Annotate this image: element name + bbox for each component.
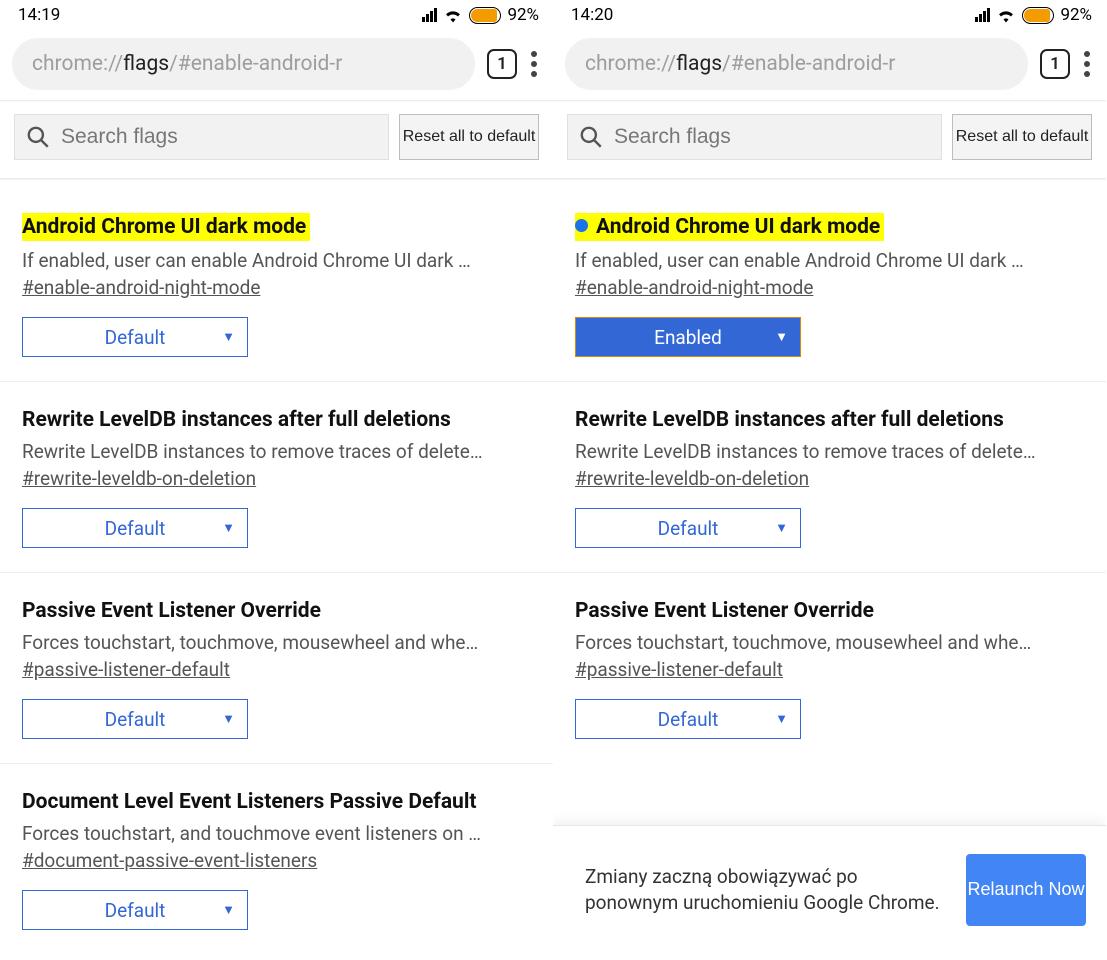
chevron-down-icon: ▼: [222, 902, 235, 918]
flag-dropdown-value: Default: [658, 708, 719, 731]
flag-description: If enabled, user can enable Android Chro…: [575, 249, 1084, 272]
search-input[interactable]: [614, 125, 931, 149]
screenshot-right: 14:20 92% chrome://flags/#enable-android…: [553, 0, 1106, 960]
flag-dropdown[interactable]: Default ▼: [22, 317, 248, 357]
chevron-down-icon: ▼: [222, 711, 235, 727]
search-input[interactable]: [61, 125, 378, 149]
flag-entry: Passive Event Listener Override Forces to…: [0, 572, 553, 739]
flag-dropdown-value: Default: [105, 326, 166, 349]
chevron-down-icon: ▼: [775, 711, 788, 727]
flag-entry: Rewrite LevelDB instances after full del…: [0, 381, 553, 548]
flags-list: Android Chrome UI dark mode If enabled, u…: [0, 179, 553, 954]
reset-all-button[interactable]: Reset all to default: [952, 114, 1092, 160]
menu-icon[interactable]: [529, 51, 543, 77]
flag-dropdown[interactable]: Default ▼: [22, 508, 248, 548]
flags-header: Reset all to default: [553, 102, 1106, 179]
flag-hash-link[interactable]: #enable-android-night-mode: [22, 276, 531, 299]
search-icon: [25, 124, 51, 150]
battery-percent: 92%: [507, 5, 539, 25]
chevron-down-icon: ▼: [222, 520, 235, 536]
signal-icon: [422, 8, 438, 22]
flag-entry: Passive Event Listener Override Forces to…: [553, 572, 1106, 739]
chevron-down-icon: ▼: [222, 329, 235, 345]
flag-description: Forces touchstart, touchmove, mousewheel…: [575, 631, 1084, 654]
menu-icon[interactable]: [1082, 51, 1096, 77]
flag-hash-link[interactable]: #rewrite-leveldb-on-deletion: [575, 467, 1084, 490]
relaunch-message: Zmiany zaczną obowiązywać po ponownym ur…: [585, 864, 948, 915]
flag-dropdown-value: Default: [105, 899, 166, 922]
flag-hash-link[interactable]: #enable-android-night-mode: [575, 276, 1084, 299]
search-icon: [578, 124, 604, 150]
status-icons: 92%: [975, 5, 1092, 25]
search-flags[interactable]: [14, 114, 389, 160]
chevron-down-icon: ▼: [775, 329, 788, 345]
tab-switcher[interactable]: 1: [487, 49, 517, 79]
flag-hash-link[interactable]: #passive-listener-default: [575, 658, 1084, 681]
flag-dropdown-value: Default: [658, 517, 719, 540]
wifi-icon: [996, 7, 1016, 23]
statusbar: 14:19 92%: [0, 0, 553, 30]
relaunch-bar: Zmiany zaczną obowiązywać po ponownym ur…: [553, 825, 1106, 960]
url-post: /#enable-android-r: [169, 52, 342, 76]
flag-dropdown-value: Enabled: [654, 326, 722, 349]
url-bar[interactable]: chrome://flags/#enable-android-r: [12, 38, 475, 90]
url-pre: chrome://: [585, 52, 676, 76]
url-post: /#enable-android-r: [722, 52, 895, 76]
chevron-down-icon: ▼: [775, 520, 788, 536]
flag-entry: Document Level Event Listeners Passive D…: [0, 763, 553, 930]
flag-dropdown[interactable]: Default ▼: [575, 508, 801, 548]
flag-dropdown-value: Default: [105, 517, 166, 540]
flag-dropdown[interactable]: Default ▼: [575, 699, 801, 739]
tab-switcher[interactable]: 1: [1040, 49, 1070, 79]
flag-description: Forces touchstart, touchmove, mousewheel…: [22, 631, 531, 654]
chrome-toolbar: chrome://flags/#enable-android-r 1: [553, 30, 1106, 100]
relaunch-button[interactable]: Relaunch Now: [966, 854, 1086, 926]
flag-title: Document Level Event Listeners Passive D…: [22, 790, 476, 814]
chrome-toolbar: chrome://flags/#enable-android-r 1: [0, 30, 553, 100]
url-pre: chrome://: [32, 52, 123, 76]
reset-all-button[interactable]: Reset all to default: [399, 114, 539, 160]
url-host: flags: [676, 52, 722, 76]
flag-hash-link[interactable]: #document-passive-event-listeners: [22, 849, 531, 872]
clock: 14:20: [571, 5, 613, 25]
flag-dropdown[interactable]: Default ▼: [22, 699, 248, 739]
search-flags[interactable]: [567, 114, 942, 160]
status-icons: 92%: [422, 5, 539, 25]
changed-indicator-icon: [575, 219, 588, 232]
flag-entry: Android Chrome UI dark mode If enabled, u…: [0, 185, 553, 357]
flags-header: Reset all to default: [0, 102, 553, 179]
flag-dropdown[interactable]: Default ▼: [22, 890, 248, 930]
flag-entry: Rewrite LevelDB instances after full del…: [553, 381, 1106, 548]
flag-entry: Android Chrome UI dark mode If enabled, u…: [553, 185, 1106, 357]
flag-description: Rewrite LevelDB instances to remove trac…: [22, 440, 531, 463]
flag-hash-link[interactable]: #rewrite-leveldb-on-deletion: [22, 467, 531, 490]
flag-title: Rewrite LevelDB instances after full del…: [575, 408, 1004, 432]
url-host: flags: [123, 52, 169, 76]
flag-description: Forces touchstart, and touchmove event l…: [22, 822, 531, 845]
flag-title: Rewrite LevelDB instances after full del…: [22, 408, 451, 432]
clock: 14:19: [18, 5, 60, 25]
battery-icon: [469, 7, 501, 24]
flag-hash-link[interactable]: #passive-listener-default: [22, 658, 531, 681]
wifi-icon: [443, 7, 463, 23]
flag-dropdown[interactable]: Enabled ▼: [575, 317, 801, 357]
flag-description: Rewrite LevelDB instances to remove trac…: [575, 440, 1084, 463]
flag-dropdown-value: Default: [105, 708, 166, 731]
statusbar: 14:20 92%: [553, 0, 1106, 30]
screenshot-left: 14:19 92% chrome://flags/#enable-android…: [0, 0, 553, 960]
url-bar[interactable]: chrome://flags/#enable-android-r: [565, 38, 1028, 90]
flags-list: Android Chrome UI dark mode If enabled, u…: [553, 179, 1106, 763]
flag-title: Android Chrome UI dark mode: [22, 214, 308, 240]
flag-title: Passive Event Listener Override: [575, 599, 874, 623]
battery-percent: 92%: [1060, 5, 1092, 25]
battery-icon: [1022, 7, 1054, 24]
signal-icon: [975, 8, 991, 22]
flag-title: Android Chrome UI dark mode: [596, 214, 882, 240]
flag-title: Passive Event Listener Override: [22, 599, 321, 623]
flag-description: If enabled, user can enable Android Chro…: [22, 249, 531, 272]
